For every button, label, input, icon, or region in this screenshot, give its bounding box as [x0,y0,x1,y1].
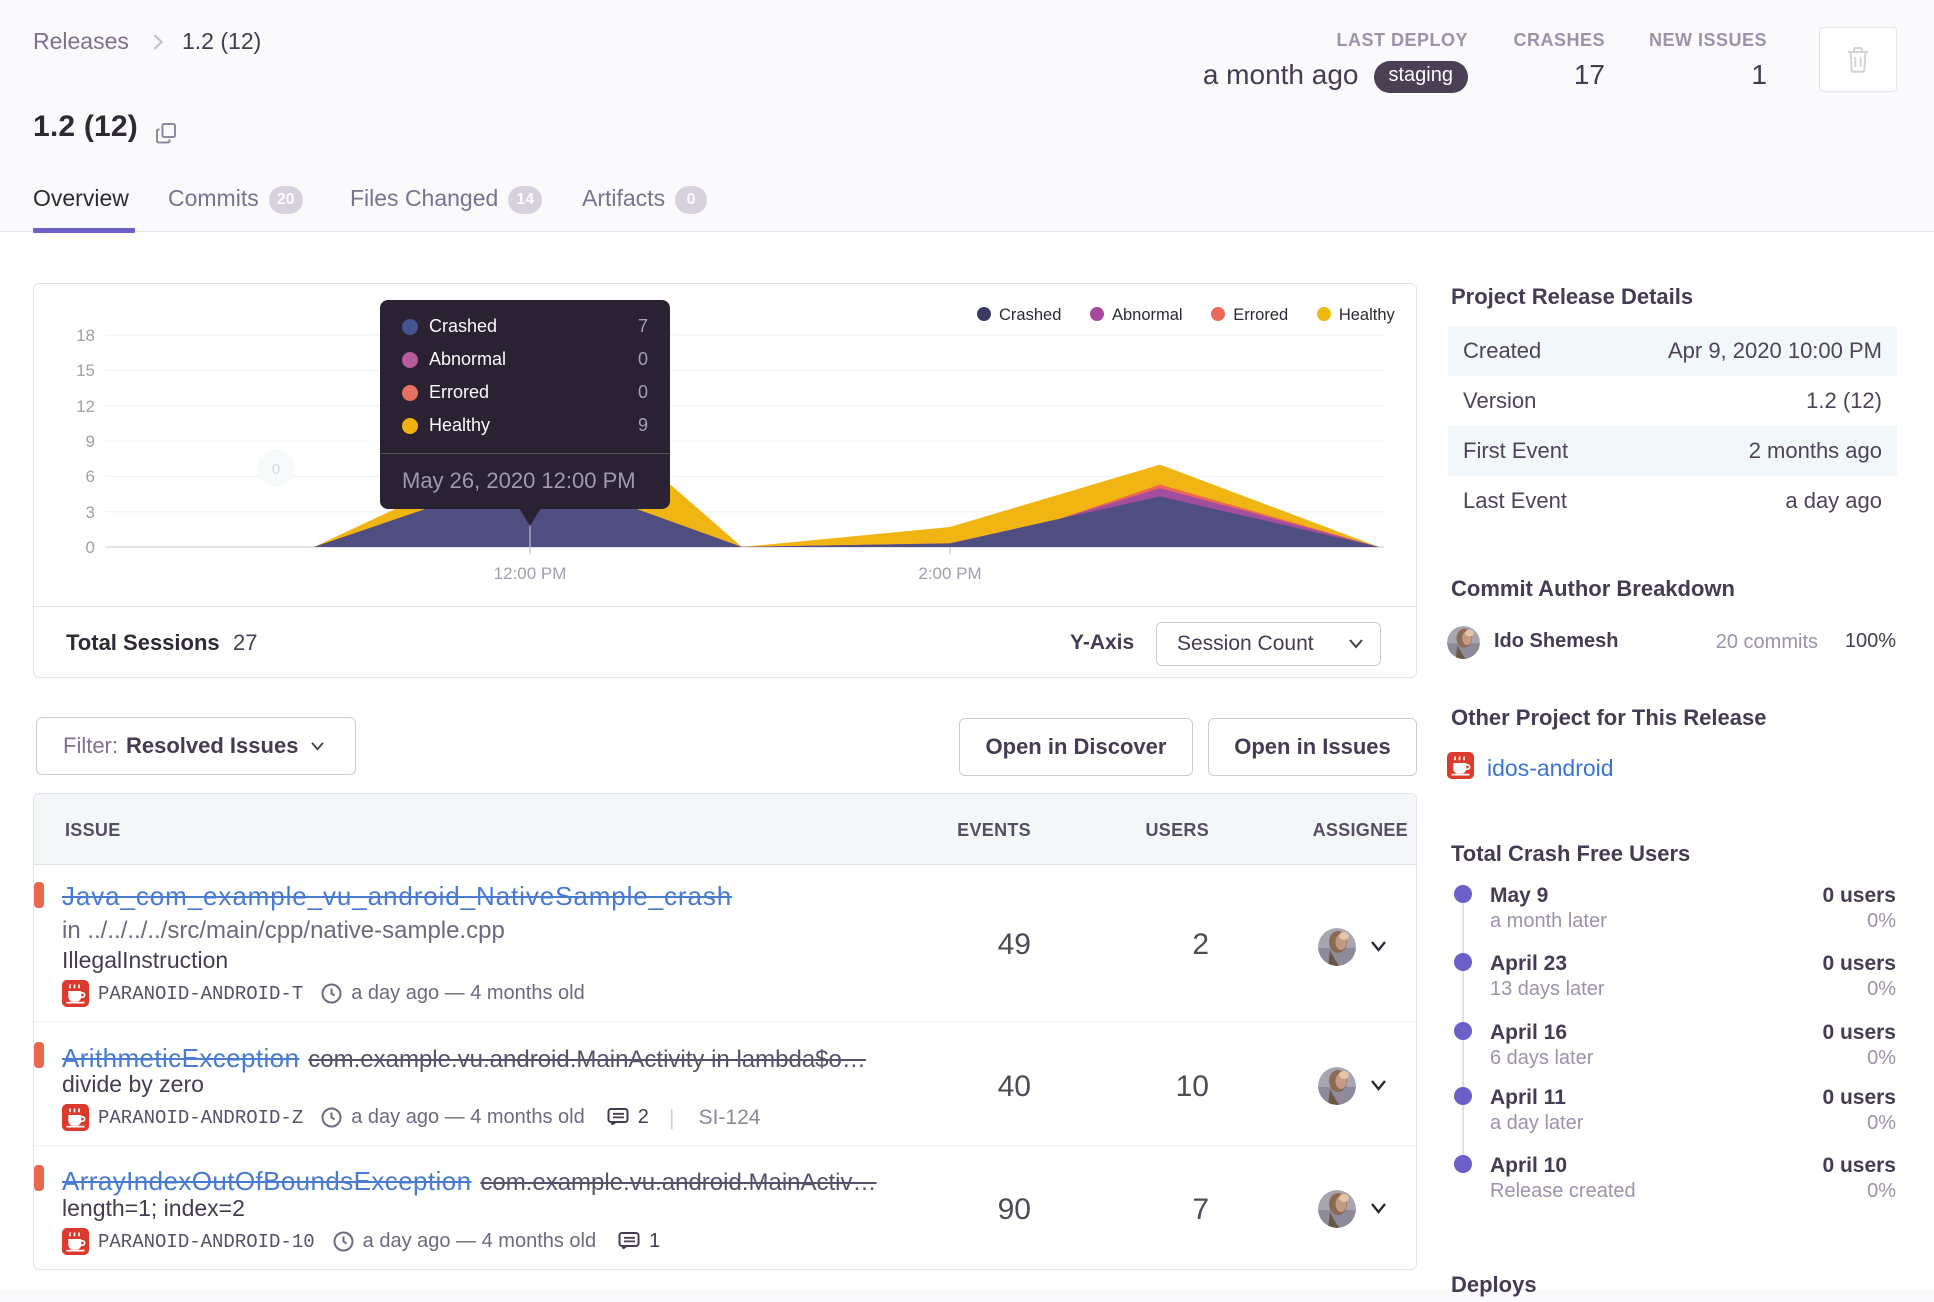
svg-text:0: 0 [272,461,280,478]
